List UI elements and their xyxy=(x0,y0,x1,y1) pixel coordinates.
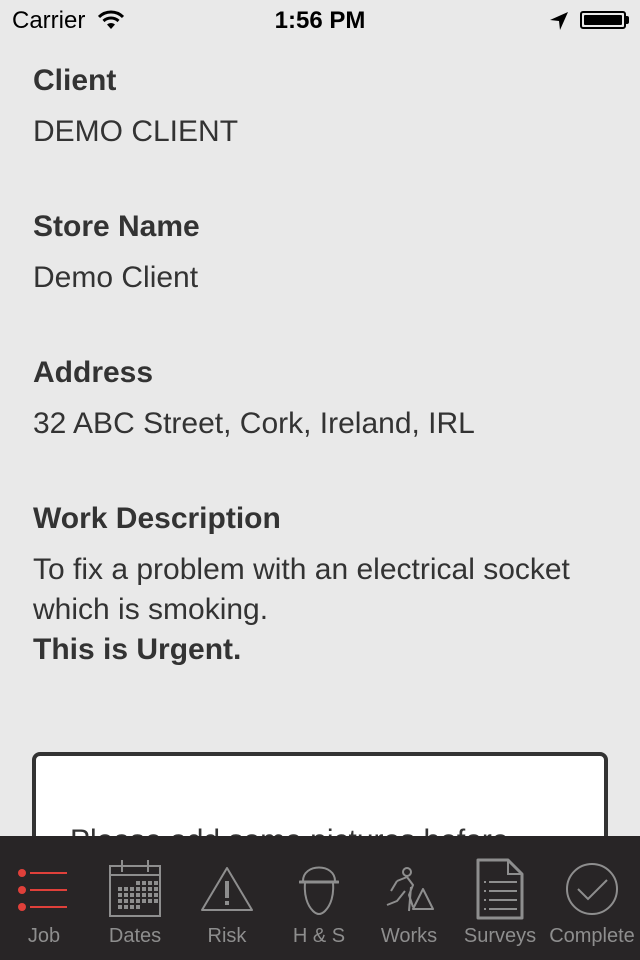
address-label: Address xyxy=(33,356,154,389)
client-value: DEMO CLIENT xyxy=(33,115,239,148)
client-field: Client DEMO CLIENT xyxy=(33,58,238,152)
document-icon xyxy=(456,858,544,920)
location-arrow-icon xyxy=(549,10,569,38)
tab-h-and-s[interactable]: H & S xyxy=(275,836,363,960)
status-bar: Carrier 1:56 PM xyxy=(0,0,640,40)
tab-bar: Job Dates Risk H & S Works Surveys Compl… xyxy=(0,836,640,960)
clock: 1:56 PM xyxy=(274,7,366,34)
worker-digging-icon xyxy=(365,858,453,920)
urgent-note: This is Urgent. xyxy=(33,633,242,666)
store-name-value: Demo Client xyxy=(33,261,199,294)
work-description-value: To fix a problem with an electrical sock… xyxy=(33,550,623,670)
address-field: Address 32 ABC Street, Cork, Ireland, IR… xyxy=(33,350,475,444)
store-name-field: Store Name Demo Client xyxy=(33,204,200,298)
tab-dates[interactable]: Dates xyxy=(91,836,179,960)
tab-label: Complete xyxy=(549,925,635,947)
work-description-field: Work Description To fix a problem with a… xyxy=(33,496,623,670)
list-icon xyxy=(0,858,88,920)
tab-complete[interactable]: Complete xyxy=(548,836,636,960)
calendar-icon xyxy=(91,858,179,920)
tab-works[interactable]: Works xyxy=(365,836,453,960)
tab-job[interactable]: Job xyxy=(0,836,88,960)
tab-risk[interactable]: Risk xyxy=(183,836,271,960)
work-description-label: Work Description xyxy=(33,502,281,535)
checkmark-circle-icon xyxy=(548,858,636,920)
battery-icon xyxy=(580,11,626,29)
tab-surveys[interactable]: Surveys xyxy=(456,836,544,960)
work-description-text: To fix a problem with an electrical sock… xyxy=(33,553,570,626)
client-label: Client xyxy=(33,64,117,97)
hard-hat-head-icon xyxy=(275,858,363,920)
warning-icon xyxy=(183,858,271,920)
battery-tip xyxy=(626,16,629,24)
store-name-label: Store Name xyxy=(33,210,200,243)
address-value: 32 ABC Street, Cork, Ireland, IRL xyxy=(33,407,475,440)
